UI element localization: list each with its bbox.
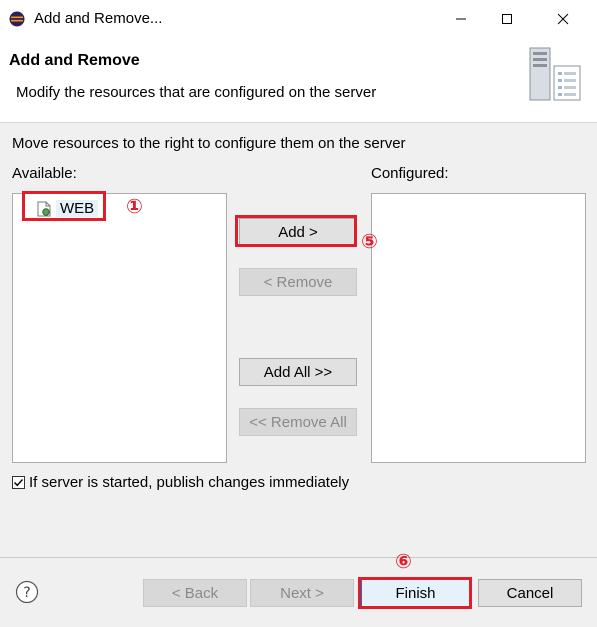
maximize-button[interactable] bbox=[484, 0, 530, 38]
page-description: Modify the resources that are configured… bbox=[16, 84, 377, 101]
close-button[interactable] bbox=[540, 0, 586, 38]
server-icon bbox=[529, 47, 581, 101]
footer-divider bbox=[0, 557, 597, 558]
publish-checkbox[interactable] bbox=[12, 476, 25, 489]
close-icon bbox=[557, 13, 569, 25]
maximize-icon bbox=[502, 14, 512, 24]
page-title: Add and Remove bbox=[9, 52, 140, 69]
back-button: < Back bbox=[143, 579, 247, 607]
eclipse-icon bbox=[9, 11, 25, 27]
highlight-finish-button bbox=[358, 577, 472, 609]
annotation-step-5: ⑤ bbox=[361, 229, 378, 253]
configured-label: Configured: bbox=[371, 165, 449, 182]
wizard-header: Add and Remove Modify the resources that… bbox=[0, 38, 597, 123]
annotation-step-6: ⑥ bbox=[395, 549, 412, 573]
highlight-web-item bbox=[22, 191, 106, 221]
publish-checkbox-label: If server is started, publish changes im… bbox=[29, 474, 350, 491]
remove-button: < Remove bbox=[239, 268, 357, 296]
configured-list[interactable] bbox=[371, 193, 586, 463]
minimize-button[interactable] bbox=[438, 0, 484, 38]
instruction-text: Move resources to the right to configure… bbox=[12, 135, 406, 152]
highlight-add-button bbox=[235, 215, 357, 247]
available-label: Available: bbox=[12, 165, 77, 182]
minimize-icon bbox=[456, 18, 466, 20]
remove-all-button: << Remove All bbox=[239, 408, 357, 436]
help-icon[interactable]: ? bbox=[15, 580, 39, 604]
svg-text:?: ? bbox=[23, 585, 30, 601]
window-title: Add and Remove... bbox=[34, 10, 163, 27]
next-button: Next > bbox=[250, 579, 354, 607]
cancel-button[interactable]: Cancel bbox=[478, 579, 582, 607]
annotation-step-1: ① bbox=[126, 194, 143, 218]
add-all-button[interactable]: Add All >> bbox=[239, 358, 357, 386]
publish-checkbox-row[interactable]: If server is started, publish changes im… bbox=[12, 474, 349, 491]
available-list[interactable]: WEB bbox=[12, 193, 227, 463]
title-bar: Add and Remove... bbox=[0, 0, 597, 38]
checkmark-icon bbox=[14, 479, 24, 487]
